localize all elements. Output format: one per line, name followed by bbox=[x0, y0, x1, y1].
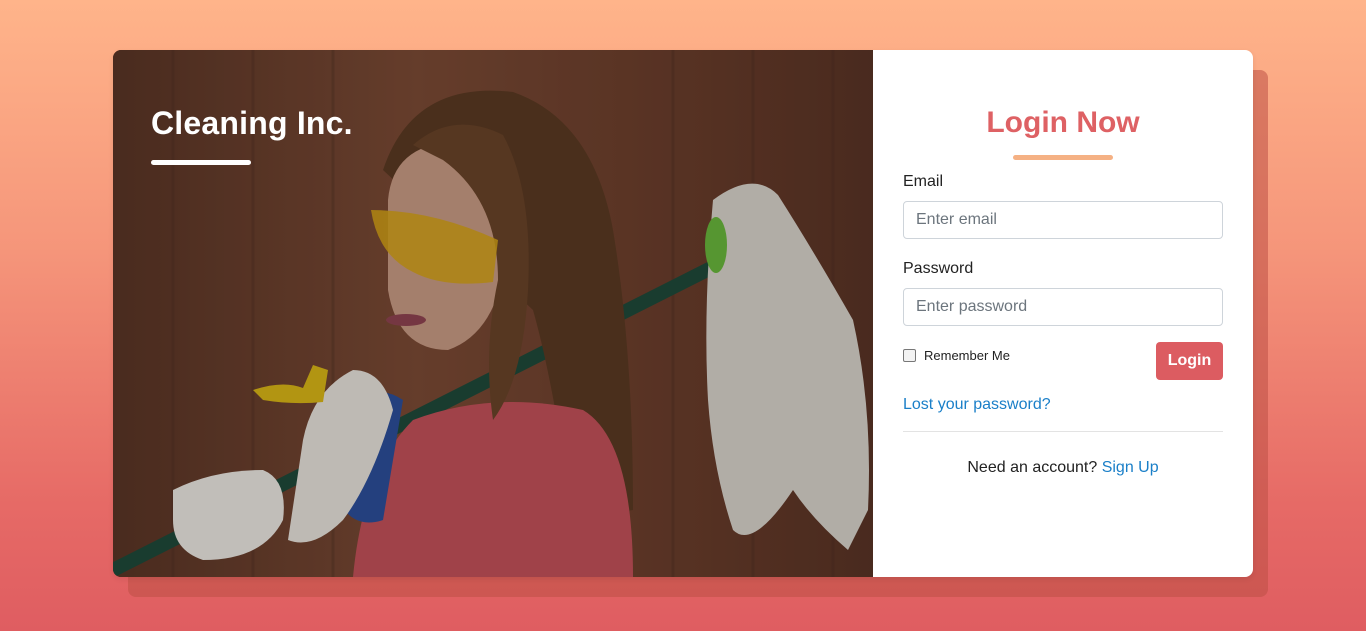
login-title: Login Now bbox=[986, 106, 1140, 139]
signup-prompt-line: Need an account? Sign Up bbox=[903, 459, 1223, 477]
signup-prompt: Need an account? bbox=[967, 459, 1098, 476]
password-label: Password bbox=[903, 260, 974, 277]
brand-name: Cleaning Inc. bbox=[151, 105, 353, 141]
divider bbox=[903, 431, 1223, 432]
hero-image: Cleaning Inc. bbox=[113, 50, 873, 577]
login-card: Cleaning Inc. Login Now Email Password R… bbox=[113, 50, 1253, 577]
email-field[interactable] bbox=[903, 201, 1223, 239]
password-field[interactable] bbox=[903, 288, 1223, 326]
brand-underline bbox=[151, 160, 251, 165]
login-panel: Login Now Email Password Remember Me Log… bbox=[873, 50, 1253, 577]
remember-me-option[interactable]: Remember Me bbox=[903, 348, 1010, 363]
remember-me-label: Remember Me bbox=[924, 348, 1010, 363]
signup-link[interactable]: Sign Up bbox=[1102, 459, 1159, 476]
remember-login-row: Remember Me Login bbox=[903, 342, 1223, 380]
remember-me-checkbox[interactable] bbox=[903, 349, 916, 362]
lost-password-link[interactable]: Lost your password? bbox=[903, 394, 1223, 416]
title-underline bbox=[1013, 155, 1113, 160]
login-button[interactable]: Login bbox=[1156, 342, 1223, 380]
email-label: Email bbox=[903, 173, 944, 190]
